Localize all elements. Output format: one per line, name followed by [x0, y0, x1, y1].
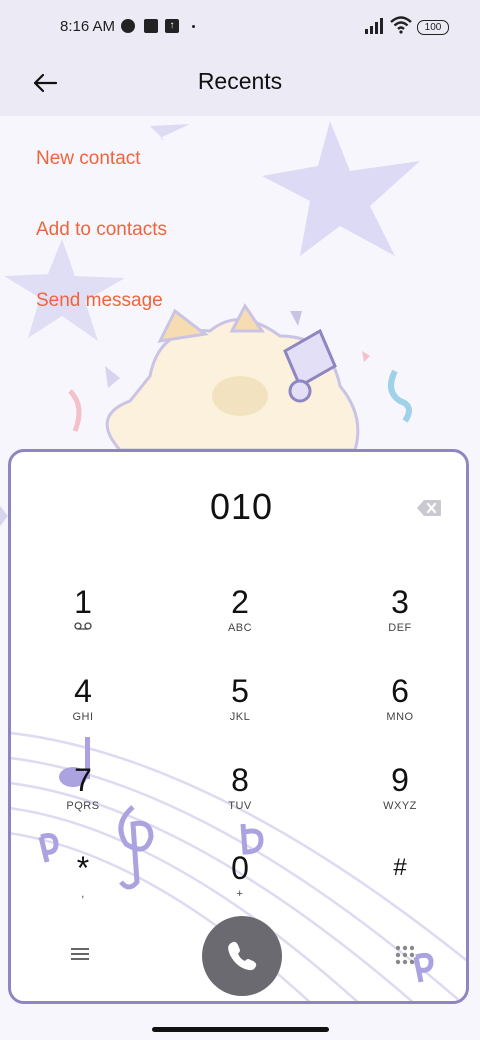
key-hash-digit: #	[393, 854, 407, 881]
key-5[interactable]: 5 JKL	[185, 673, 295, 749]
status-bar: 8:16 AM ↑ 100	[0, 0, 480, 56]
phone-icon	[228, 941, 257, 971]
key-0-letters: +	[236, 888, 244, 900]
key-8-letters: TUV	[228, 800, 252, 812]
signal-icon	[365, 18, 383, 34]
key-7[interactable]: 7 PQRS	[28, 762, 138, 838]
key-3-digit: 3	[391, 584, 409, 620]
notification-icon	[121, 19, 135, 33]
key-6[interactable]: 6 MNO	[345, 673, 455, 749]
key-8-digit: 8	[231, 762, 249, 798]
more-notifications-dot	[192, 25, 195, 28]
key-9-digit: 9	[391, 762, 409, 798]
call-button[interactable]	[202, 916, 282, 996]
upload-icon: ↑	[165, 19, 179, 33]
dialed-number: 010	[209, 486, 274, 527]
key-6-letters: MNO	[386, 711, 414, 723]
app-header: Recents	[0, 56, 480, 116]
key-8[interactable]: 8 TUV	[185, 762, 295, 838]
key-0[interactable]: 0 +	[185, 850, 295, 926]
key-4[interactable]: 4 GHI	[28, 673, 138, 749]
key-4-letters: GHI	[72, 711, 94, 723]
key-7-letters: PQRS	[66, 800, 100, 812]
key-star-digit: *	[76, 850, 90, 886]
backspace-icon[interactable]	[416, 499, 442, 517]
dialpad-toggle-icon[interactable]	[395, 945, 415, 965]
key-5-digit: 5	[231, 673, 249, 709]
key-7-digit: 7	[74, 762, 92, 798]
home-indicator[interactable]	[152, 1027, 329, 1032]
key-3-letters: DEF	[388, 622, 412, 634]
key-1-digit: 1	[74, 584, 92, 620]
add-to-contacts-action[interactable]: Add to contacts	[36, 219, 167, 241]
page-title: Recents	[197, 68, 283, 94]
key-star-letters: ,	[81, 888, 85, 900]
key-9[interactable]: 9 WXYZ	[345, 762, 455, 838]
key-4-digit: 4	[74, 673, 92, 709]
key-3[interactable]: 3 DEF	[345, 584, 455, 660]
battery-indicator: 100	[417, 20, 449, 35]
key-6-digit: 6	[391, 673, 409, 709]
key-2-digit: 2	[231, 584, 249, 620]
voicemail-icon	[74, 622, 92, 630]
key-5-letters: JKL	[229, 711, 251, 723]
key-star[interactable]: * ,	[28, 850, 138, 926]
notification-square-icon	[144, 19, 158, 33]
key-hash[interactable]: #	[345, 850, 455, 926]
key-2[interactable]: 2 ABC	[185, 584, 295, 660]
key-1[interactable]: 1	[28, 584, 138, 660]
key-2-letters: ABC	[227, 622, 253, 634]
dialpad-panel: 010 1 2 ABC 3 DEF 4 GHI 5 JKL 6 MNO 7 PQ…	[8, 449, 469, 1004]
new-contact-action[interactable]: New contact	[36, 148, 141, 170]
key-0-digit: 0	[231, 850, 249, 886]
menu-icon[interactable]	[71, 947, 89, 961]
send-message-action[interactable]: Send message	[36, 290, 163, 312]
key-9-letters: WXYZ	[383, 800, 417, 812]
wifi-icon	[390, 16, 412, 34]
status-time: 8:16 AM	[60, 18, 116, 35]
